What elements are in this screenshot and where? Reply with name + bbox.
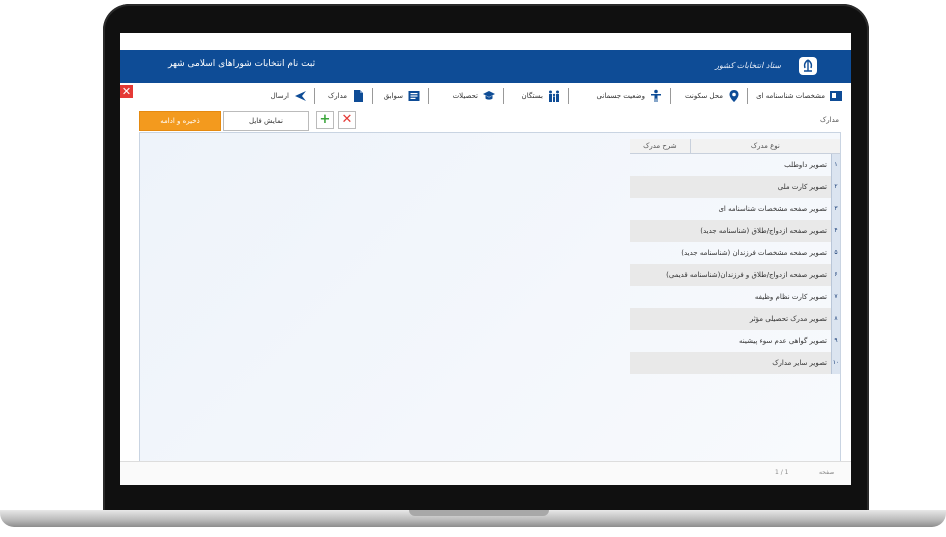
status-bar: 1 / 1 صفحه <box>120 461 851 485</box>
table-row[interactable]: ۱۰ تصویر سایر مدارک <box>630 352 840 374</box>
row-number: ۷ <box>831 286 840 308</box>
add-button[interactable]: + <box>316 111 334 129</box>
tab-divider <box>503 88 504 104</box>
tab-divider <box>568 88 569 104</box>
brand-text: ستاد انتخابات کشور <box>715 61 781 70</box>
table-row[interactable]: ۹ تصویر گواهی عدم سوء پیشینه <box>630 330 840 352</box>
row-label: تصویر سایر مدارک <box>772 359 827 367</box>
row-label: تصویر کارت نظام وظیفه <box>754 293 827 301</box>
laptop-notch <box>409 510 549 516</box>
tab-bar: مشخصات شناسنامه ای محل سکونت وضعیت جسمان… <box>120 85 851 107</box>
family-icon <box>549 90 559 102</box>
tab-send[interactable]: ارسال <box>271 87 307 105</box>
row-number: ۸ <box>831 308 840 330</box>
tab-label: مدارک <box>327 92 347 100</box>
table-row[interactable]: ۶ تصویر صفحه ازدواج/طلاق و فرزندان(شناسنا… <box>630 264 840 286</box>
tab-label: تحصیلات <box>452 92 478 100</box>
row-number: ۳ <box>831 198 840 220</box>
documents-icon <box>354 90 363 102</box>
tab-relatives[interactable]: بستگان <box>522 87 561 105</box>
row-number: ۱۰ <box>831 352 840 374</box>
row-label: تصویر صفحه ازدواج/طلاق (شناسنامه جدید) <box>700 227 827 235</box>
tab-label: بستگان <box>521 92 543 100</box>
table-row[interactable]: ۴ تصویر صفحه ازدواج/طلاق (شناسنامه جدید) <box>630 220 840 242</box>
tab-label: محل سکونت <box>685 92 723 100</box>
tab-records[interactable]: سوابق <box>384 87 421 105</box>
tab-label: مشخصات شناسنامه ای <box>756 92 825 100</box>
page-indicator: 1 / 1 <box>775 469 789 476</box>
tab-divider <box>747 88 748 104</box>
documents-grid: نوع مدرک شرح مدرک ۱ تصویر داوطلب ۲ تصویر ک… <box>630 139 840 374</box>
table-row[interactable]: ۸ تصویر مدرک تحصیلی مؤثر <box>630 308 840 330</box>
section-label: مدارک <box>819 116 839 124</box>
column-header-description: شرح مدرک <box>643 142 677 150</box>
tab-divider <box>372 88 373 104</box>
id-card-icon <box>830 91 842 101</box>
row-label: تصویر گواهی عدم سوء پیشینه <box>738 337 827 345</box>
row-label: تصویر کارت ملی <box>777 183 827 191</box>
grid-header: نوع مدرک شرح مدرک <box>630 139 840 154</box>
row-label: تصویر صفحه ازدواج/طلاق و فرزندان(شناسنام… <box>666 271 827 279</box>
tab-label: سوابق <box>383 92 403 100</box>
tab-label: وضعیت جسمانی <box>596 92 645 100</box>
table-row[interactable]: ۷ تصویر کارت نظام وظیفه <box>630 286 840 308</box>
app-window: ثبت نام انتخابات شوراهای اسلامی شهر ستاد… <box>120 33 851 485</box>
tab-divider <box>314 88 315 104</box>
title-bar: ثبت نام انتخابات شوراهای اسلامی شهر ستاد… <box>120 50 851 83</box>
page-label: صفحه <box>819 469 835 476</box>
row-label: تصویر صفحه مشخصات شناسنامه ای <box>718 205 827 213</box>
table-row[interactable]: ۵ تصویر صفحه مشخصات فرزندان (شناسنامه جدی… <box>630 242 840 264</box>
close-icon[interactable]: ✕ <box>120 85 133 98</box>
tab-divider <box>670 88 671 104</box>
graduation-cap-icon <box>483 91 495 100</box>
app-title: ثبت نام انتخابات شوراهای اسلامی شهر <box>168 59 316 69</box>
tab-physical[interactable]: وضعیت جسمانی <box>597 87 663 105</box>
tab-identity[interactable]: مشخصات شناسنامه ای <box>756 87 843 105</box>
table-row[interactable]: ۳ تصویر صفحه مشخصات شناسنامه ای <box>630 198 840 220</box>
row-label: تصویر داوطلب <box>784 161 827 169</box>
records-icon <box>408 91 420 101</box>
row-number: ۱ <box>831 154 840 176</box>
person-icon <box>651 89 661 102</box>
tab-education[interactable]: تحصیلات <box>453 87 496 105</box>
column-header-type: نوع مدرک <box>689 139 840 153</box>
show-file-button[interactable]: نمایش فایل <box>223 111 309 131</box>
row-number: ۹ <box>831 330 840 352</box>
documents-panel: نوع مدرک شرح مدرک ۱ تصویر داوطلب ۲ تصویر ک… <box>139 132 841 464</box>
row-number: ۴ <box>831 220 840 242</box>
tab-divider <box>428 88 429 104</box>
delete-button[interactable]: ✕ <box>338 111 356 129</box>
row-label: تصویر صفحه مشخصات فرزندان (شناسنامه جدید… <box>681 249 827 257</box>
tab-residence[interactable]: محل سکونت <box>685 87 741 105</box>
table-row[interactable]: ۲ تصویر کارت ملی <box>630 176 840 198</box>
tab-label: ارسال <box>270 92 289 100</box>
row-label: تصویر مدرک تحصیلی مؤثر <box>749 315 827 323</box>
row-number: ۶ <box>831 264 840 286</box>
row-number: ۲ <box>831 176 840 198</box>
location-pin-icon <box>729 90 739 102</box>
tab-documents[interactable]: مدارک <box>328 87 365 105</box>
save-continue-button[interactable]: ذخیره و ادامه <box>139 111 221 131</box>
table-row[interactable]: ۱ تصویر داوطلب <box>630 154 840 176</box>
emblem-icon <box>799 57 817 75</box>
row-number: ۵ <box>831 242 840 264</box>
send-icon <box>295 91 306 101</box>
